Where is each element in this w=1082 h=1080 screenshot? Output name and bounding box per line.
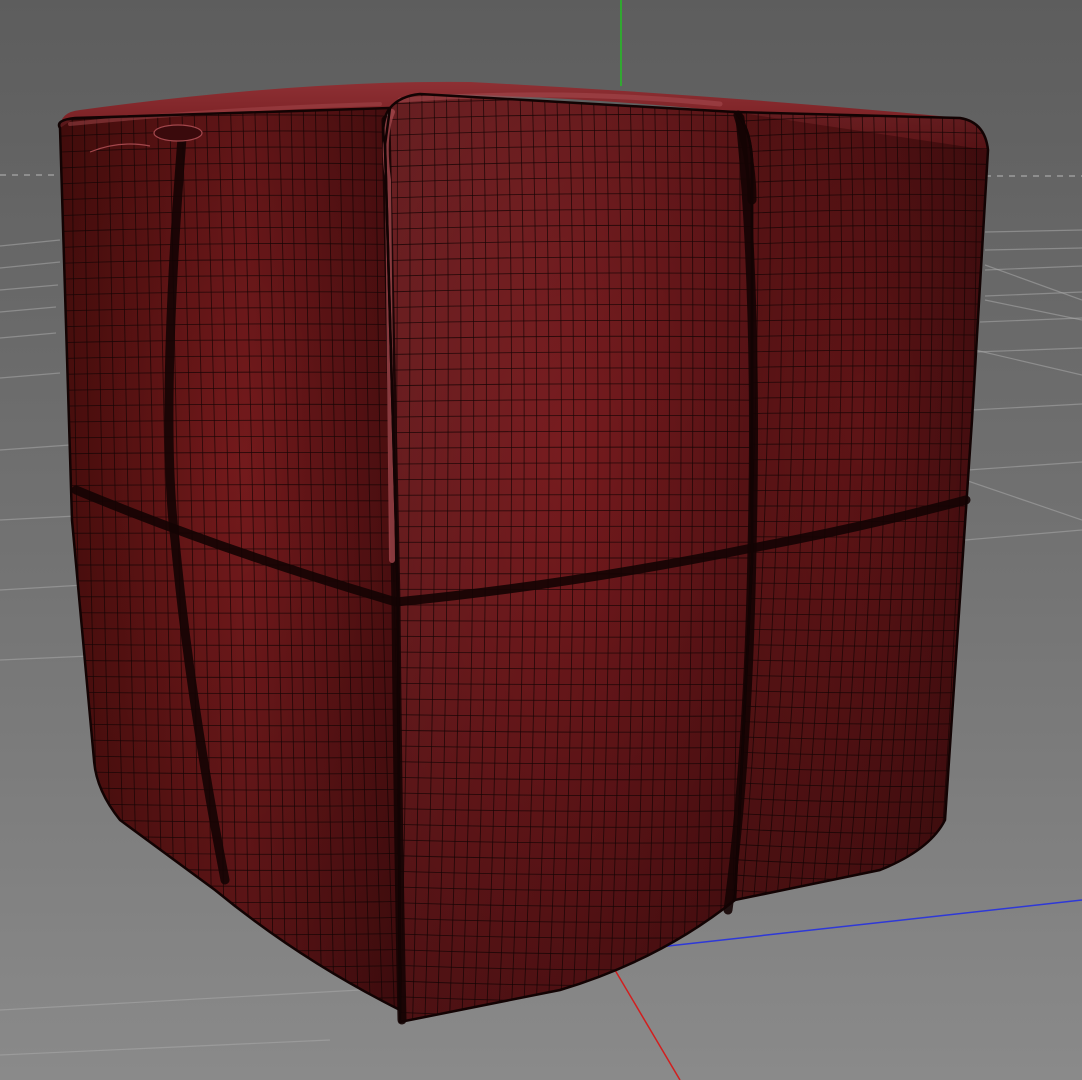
top-hole-detail (153, 124, 203, 142)
3d-viewport[interactable] (0, 0, 1082, 1080)
viewport-scene[interactable] (0, 0, 1082, 1080)
